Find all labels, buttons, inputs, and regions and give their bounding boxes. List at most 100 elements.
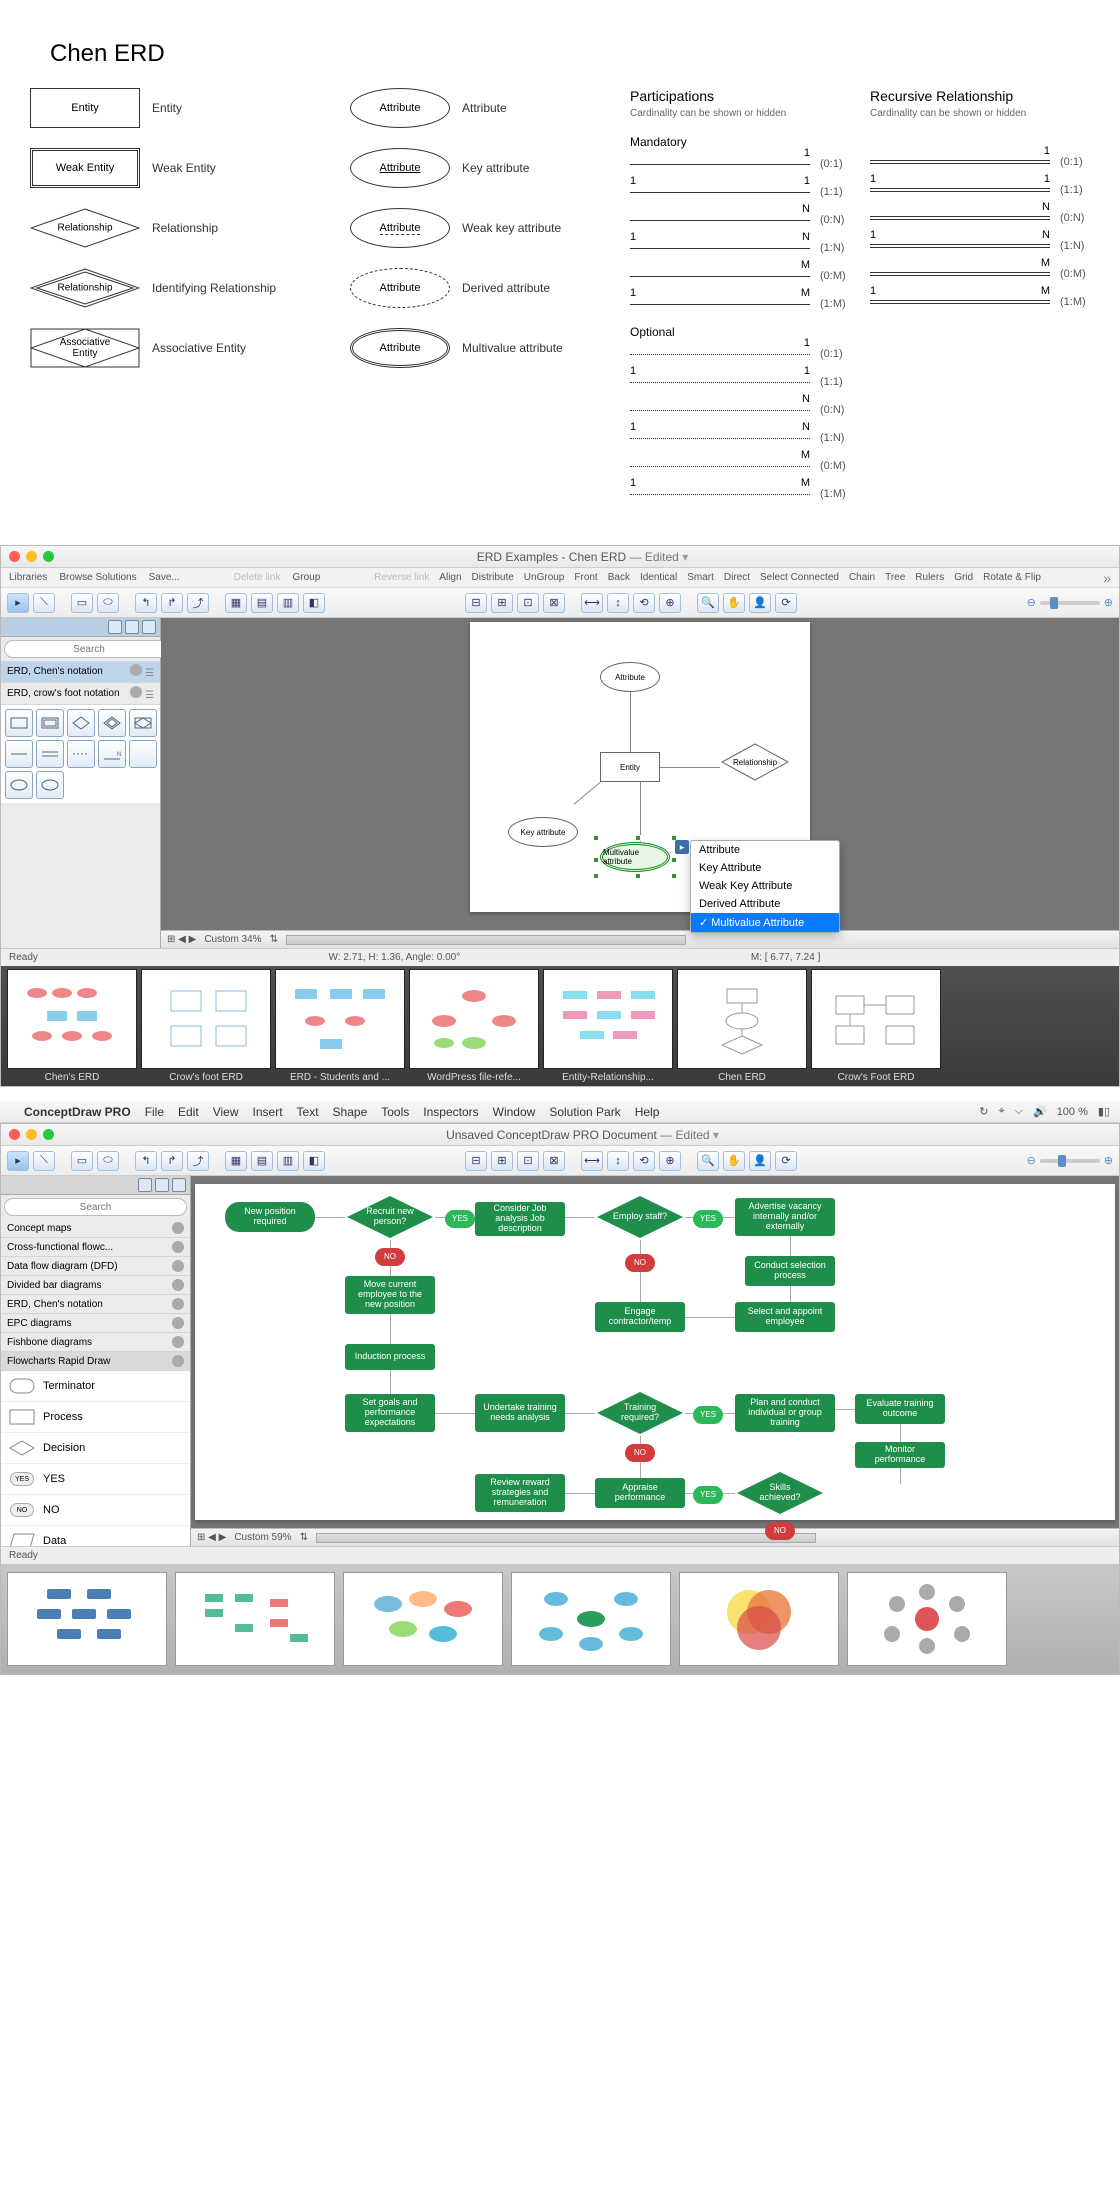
align-tool[interactable]: ⊡ xyxy=(517,1151,539,1171)
flow-no[interactable]: NO xyxy=(625,1254,655,1272)
selection-handles[interactable] xyxy=(596,838,674,876)
mac-menu-item[interactable]: Tools xyxy=(381,1105,409,1119)
scrollbar[interactable] xyxy=(316,1533,816,1543)
view-icon[interactable] xyxy=(155,1178,169,1192)
menu-item[interactable]: Rulers xyxy=(915,572,944,583)
zoom-control[interactable]: ⊖ ⊕ xyxy=(1027,596,1113,609)
mac-menu-item[interactable]: ConceptDraw PRO xyxy=(24,1105,131,1119)
view-icon[interactable] xyxy=(138,1178,152,1192)
search-tool[interactable]: 🔍 xyxy=(697,593,719,613)
tool-btn[interactable]: ⟳ xyxy=(775,1151,797,1171)
flow-process[interactable]: Advertise vacancy internally and/or exte… xyxy=(735,1198,835,1236)
tool-btn[interactable]: ↰ xyxy=(135,593,157,613)
view-icon[interactable] xyxy=(108,620,122,634)
tool-btn[interactable]: ▦ xyxy=(225,1151,247,1171)
gallery-thumb[interactable] xyxy=(511,1572,671,1666)
template-gallery[interactable] xyxy=(1,1564,1119,1674)
window-controls[interactable] xyxy=(9,551,54,562)
flow-process[interactable]: Engage contractor/temp xyxy=(595,1302,685,1332)
align-tool[interactable]: ⊞ xyxy=(491,593,513,613)
tool-btn[interactable]: ▤ xyxy=(251,593,273,613)
tool-btn[interactable]: ▥ xyxy=(277,593,299,613)
stencil-entity[interactable] xyxy=(5,709,33,737)
mac-menu-item[interactable]: Window xyxy=(493,1105,536,1119)
stencil-weak-entity[interactable] xyxy=(36,709,64,737)
gallery-thumb[interactable] xyxy=(847,1572,1007,1666)
flow-decision[interactable]: Training required? xyxy=(595,1390,685,1436)
menu-save[interactable]: Save... xyxy=(149,572,180,583)
zoom-icon[interactable] xyxy=(43,1129,54,1140)
titlebar[interactable]: ERD Examples - Chen ERD — Edited ▾ xyxy=(1,546,1119,568)
zoom-in-icon[interactable]: ⊕ xyxy=(1104,596,1113,609)
menu-item[interactable]: Front xyxy=(574,572,597,583)
flow-process[interactable]: Monitor performance xyxy=(855,1442,945,1468)
minimize-icon[interactable] xyxy=(26,1129,37,1140)
canvas-key-attribute[interactable]: Key attribute xyxy=(508,817,578,847)
mac-menu-item[interactable]: Text xyxy=(297,1105,319,1119)
stencil-item[interactable]: YESYES xyxy=(1,1464,190,1495)
library-item[interactable]: ERD, Chen's notation ☰ xyxy=(1,661,160,683)
close-icon[interactable] xyxy=(9,1129,20,1140)
flow-process[interactable]: Appraise performance xyxy=(595,1478,685,1508)
tool-btn[interactable]: ⟷ xyxy=(581,593,603,613)
context-arrow-icon[interactable]: ▸ xyxy=(675,840,689,854)
flow-process[interactable]: Induction process xyxy=(345,1344,435,1370)
gallery-thumb[interactable] xyxy=(343,1572,503,1666)
stencil-item[interactable]: Process xyxy=(1,1402,190,1433)
tool-btn[interactable]: ⊕ xyxy=(659,593,681,613)
page-nav[interactable]: ⊞ ◀ ▶ xyxy=(167,934,196,945)
tool-btn[interactable]: ↕ xyxy=(607,1151,629,1171)
library-item[interactable]: Concept maps xyxy=(1,1219,190,1238)
gallery-item[interactable] xyxy=(275,969,405,1069)
gallery-item[interactable] xyxy=(141,969,271,1069)
zoom-level[interactable]: Custom 34% xyxy=(204,934,261,945)
canvas-attribute[interactable]: Attribute xyxy=(600,662,660,692)
bluetooth-icon[interactable]: ⌖ xyxy=(998,1105,1004,1118)
menu-item[interactable]: Chain xyxy=(849,572,875,583)
tool-btn[interactable]: ⤴ xyxy=(187,593,209,613)
flow-process[interactable]: Conduct selection process xyxy=(745,1256,835,1286)
menu-item[interactable]: Back xyxy=(608,572,630,583)
stencil-relationship[interactable] xyxy=(67,709,95,737)
tool-btn[interactable]: ⟳ xyxy=(775,593,797,613)
zoom-out-icon[interactable]: ⊖ xyxy=(1027,1154,1036,1167)
menu-libraries[interactable]: Libraries xyxy=(9,572,47,583)
tool-btn[interactable]: ▦ xyxy=(225,593,247,613)
tool-btn[interactable]: ⟷ xyxy=(581,1151,603,1171)
menu-item[interactable]: Tree xyxy=(885,572,905,583)
menu-item[interactable]: Align xyxy=(439,572,461,583)
align-tool[interactable]: ⊠ xyxy=(543,593,565,613)
align-tool[interactable]: ⊟ xyxy=(465,1151,487,1171)
menu-browse-solutions[interactable]: Browse Solutions xyxy=(59,572,136,583)
flow-yes[interactable]: YES xyxy=(693,1486,723,1504)
zoom-slider[interactable] xyxy=(1040,601,1100,605)
gallery-thumb[interactable] xyxy=(679,1572,839,1666)
library-item[interactable]: Cross-functional flowc... xyxy=(1,1238,190,1257)
canvas-relationship[interactable]: Relationship xyxy=(720,742,790,782)
library-item[interactable]: Divided bar diagrams xyxy=(1,1276,190,1295)
stencil-blank[interactable] xyxy=(129,740,157,768)
flow-terminator[interactable]: New position required xyxy=(225,1202,315,1232)
tool-btn[interactable]: ⟲ xyxy=(633,593,655,613)
flow-no[interactable]: NO xyxy=(625,1444,655,1462)
titlebar[interactable]: Unsaved ConceptDraw PRO Document — Edite… xyxy=(1,1124,1119,1146)
scrollbar[interactable] xyxy=(286,935,686,945)
context-menu-item[interactable]: Key Attribute xyxy=(691,859,839,877)
mac-menu-item[interactable]: Shape xyxy=(333,1105,368,1119)
gallery-item[interactable] xyxy=(811,969,941,1069)
stencil-attribute[interactable] xyxy=(5,771,33,799)
flow-process[interactable]: Plan and conduct individual or group tra… xyxy=(735,1394,835,1432)
zoom-in-icon[interactable]: ⊕ xyxy=(1104,1154,1113,1167)
search-icon[interactable] xyxy=(172,1178,186,1192)
zoom-control[interactable]: ⊖ ⊕ xyxy=(1027,1154,1113,1167)
library-item[interactable]: Fishbone diagrams xyxy=(1,1333,190,1352)
flow-decision[interactable]: Employ staff? xyxy=(595,1194,685,1240)
page-nav[interactable]: ⊞ ◀ ▶ xyxy=(197,1532,226,1543)
volume-icon[interactable]: 🔊 xyxy=(1033,1105,1047,1118)
align-tool[interactable]: ⊠ xyxy=(543,1151,565,1171)
flow-yes[interactable]: YES xyxy=(693,1406,723,1424)
tool-btn[interactable]: ↰ xyxy=(135,1151,157,1171)
zoom-slider[interactable] xyxy=(1040,1159,1100,1163)
search-tool[interactable]: 🔍 xyxy=(697,1151,719,1171)
gallery-item[interactable] xyxy=(7,969,137,1069)
